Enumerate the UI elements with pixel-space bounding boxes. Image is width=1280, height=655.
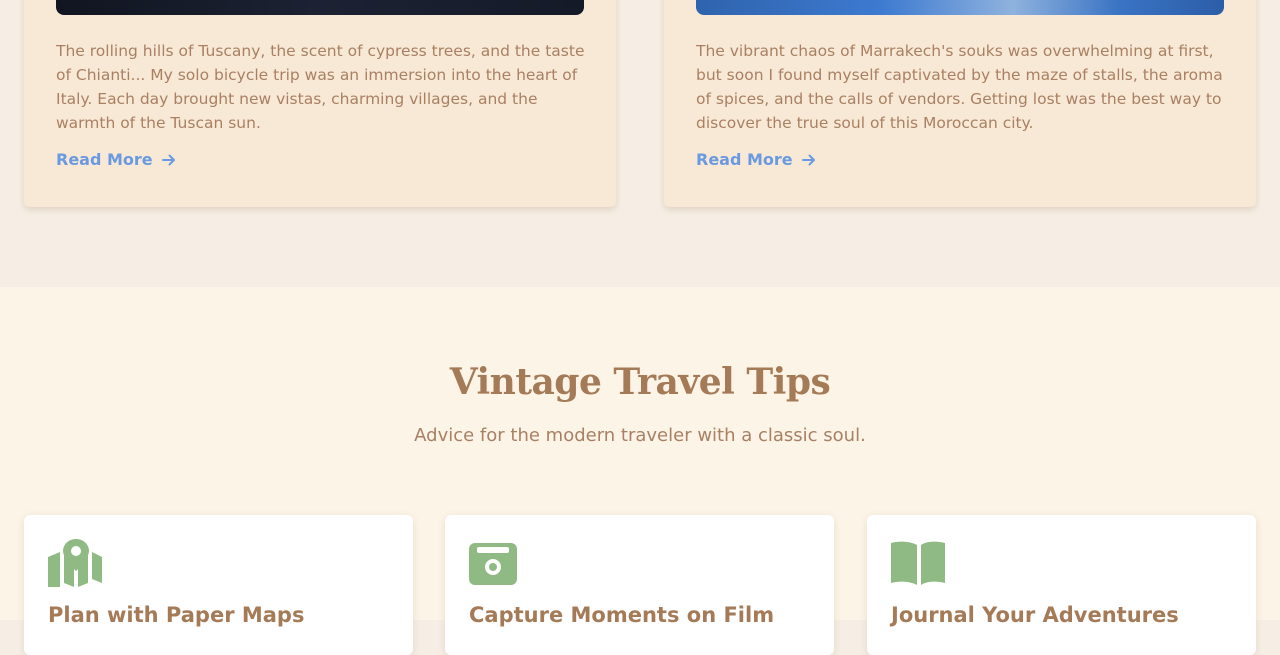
arrow-right-icon — [161, 154, 175, 165]
story-card-marrakech: The vibrant chaos of Marrakech's souks w… — [664, 0, 1256, 207]
read-more-label: Read More — [56, 150, 153, 169]
read-more-label: Read More — [696, 150, 793, 169]
tip-card-journal: Journal Your Adventures — [867, 515, 1256, 655]
read-more-link[interactable]: Read More — [56, 150, 177, 169]
tip-title: Journal Your Adventures — [891, 603, 1179, 627]
story-excerpt: The vibrant chaos of Marrakech's souks w… — [696, 42, 1223, 132]
section-title: Vintage Travel Tips — [449, 361, 831, 403]
story-image — [56, 0, 584, 15]
book-icon — [891, 541, 945, 585]
tip-card-maps: Plan with Paper Maps — [24, 515, 413, 655]
camera-icon — [469, 543, 517, 585]
stories-section: The rolling hills of Tuscany, the scent … — [0, 0, 1280, 287]
tip-title: Plan with Paper Maps — [48, 603, 305, 627]
arrow-right-icon — [801, 154, 815, 165]
map-icon — [48, 539, 102, 587]
travel-tips-section: Vintage Travel Tips Advice for the moder… — [0, 287, 1280, 655]
tip-title: Capture Moments on Film — [469, 603, 775, 627]
section-subtitle: Advice for the modern traveler with a cl… — [414, 425, 866, 446]
tip-card-film: Capture Moments on Film — [445, 515, 834, 655]
read-more-link[interactable]: Read More — [696, 150, 817, 169]
story-card-tuscany: The rolling hills of Tuscany, the scent … — [24, 0, 616, 207]
story-excerpt: The rolling hills of Tuscany, the scent … — [56, 42, 585, 132]
story-image — [696, 0, 1224, 15]
